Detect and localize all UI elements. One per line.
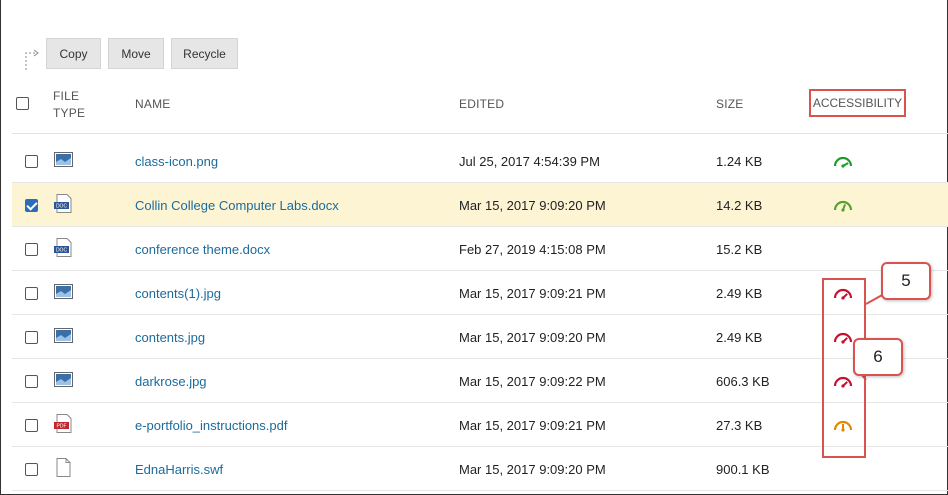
file-edited-date: Mar 15, 2017 9:09:21 PM: [459, 286, 606, 301]
file-size: 27.3 KB: [716, 418, 763, 433]
file-size: 15.2 KB: [716, 242, 763, 257]
selected-items-arrow-icon: [25, 49, 39, 70]
image-file-icon: [54, 282, 73, 301]
file-edited-date: Jul 25, 2017 4:54:39 PM: [459, 154, 600, 169]
table-header: FILE TYPE NAME EDITED SIZE: [12, 86, 948, 134]
row-checkbox[interactable]: [25, 375, 38, 388]
file-name-link[interactable]: class-icon.png: [135, 154, 218, 169]
accessibility-score-gauge-icon[interactable]: [833, 154, 853, 168]
table-row[interactable]: contents(1).jpg Mar 15, 2017 9:09:21 PM 2.…: [12, 271, 948, 315]
doc-file-icon: DOC: [54, 194, 73, 213]
file-size: 900.1 KB: [716, 462, 770, 477]
image-file-icon: [54, 370, 73, 389]
file-name-link[interactable]: contents.jpg: [135, 330, 205, 345]
row-checkbox[interactable]: [25, 463, 38, 476]
callout-6: 6: [853, 338, 903, 376]
file-name-link[interactable]: Collin College Computer Labs.docx: [135, 198, 339, 213]
file-name-link[interactable]: e-portfolio_instructions.pdf: [135, 418, 287, 433]
file-size: 14.2 KB: [716, 198, 763, 213]
row-checkbox[interactable]: [25, 199, 38, 212]
table-row[interactable]: PDF e-portfolio_instructions.pdf Mar 15, 2…: [12, 403, 948, 447]
file-type-header-line2: TYPE: [53, 106, 86, 120]
table-row[interactable]: class-icon.png Jul 25, 2017 4:54:39 PM 1.2…: [12, 139, 948, 183]
pdf-file-icon: PDF: [54, 414, 73, 433]
image-file-icon: [54, 150, 73, 169]
accessibility-header[interactable]: ACCESSIBILITY: [809, 89, 906, 117]
row-checkbox[interactable]: [25, 243, 38, 256]
row-checkbox[interactable]: [25, 287, 38, 300]
name-header[interactable]: NAME: [135, 97, 170, 111]
accessibility-score-gauge-icon[interactable]: [833, 198, 853, 212]
edited-header[interactable]: EDITED: [459, 97, 504, 111]
file-size: 2.49 KB: [716, 286, 763, 301]
recycle-button[interactable]: Recycle: [171, 38, 238, 69]
file-type-header[interactable]: FILE TYPE: [53, 88, 85, 122]
row-checkbox[interactable]: [25, 419, 38, 432]
move-button[interactable]: Move: [108, 38, 164, 69]
generic-file-icon: [54, 458, 73, 477]
doc-file-icon: DOC: [54, 238, 73, 257]
file-name-link[interactable]: EdnaHarris.swf: [135, 462, 223, 477]
select-all-checkbox[interactable]: [16, 97, 29, 110]
table-row[interactable]: darkrose.jpg Mar 15, 2017 9:09:22 PM 606.3…: [12, 359, 948, 403]
table-row[interactable]: DOC conference theme.docx Feb 27, 2019 4:1…: [12, 227, 948, 271]
file-edited-date: Mar 15, 2017 9:09:22 PM: [459, 374, 606, 389]
file-name-link[interactable]: darkrose.jpg: [135, 374, 207, 389]
svg-text:DOC: DOC: [56, 204, 68, 210]
table-row[interactable]: EdnaHarris.swf Mar 15, 2017 9:09:20 PM 900…: [12, 447, 948, 491]
image-file-icon: [54, 326, 73, 345]
file-size: 2.49 KB: [716, 330, 763, 345]
file-edited-date: Mar 15, 2017 9:09:20 PM: [459, 330, 606, 345]
svg-text:DOC: DOC: [56, 248, 68, 254]
row-checkbox[interactable]: [25, 155, 38, 168]
svg-text:PDF: PDF: [57, 424, 67, 430]
copy-button[interactable]: Copy: [46, 38, 101, 69]
callout-5: 5: [881, 262, 931, 300]
file-type-header-line1: FILE: [53, 89, 80, 103]
size-header[interactable]: SIZE: [716, 97, 743, 111]
file-edited-date: Mar 15, 2017 9:09:21 PM: [459, 418, 606, 433]
file-size: 1.24 KB: [716, 154, 763, 169]
file-size: 606.3 KB: [716, 374, 770, 389]
file-edited-date: Mar 15, 2017 9:09:20 PM: [459, 198, 606, 213]
row-checkbox[interactable]: [25, 331, 38, 344]
file-name-link[interactable]: contents(1).jpg: [135, 286, 221, 301]
file-name-link[interactable]: conference theme.docx: [135, 242, 270, 257]
file-edited-date: Mar 15, 2017 9:09:20 PM: [459, 462, 606, 477]
file-edited-date: Feb 27, 2019 4:15:08 PM: [459, 242, 606, 257]
table-row[interactable]: DOC Collin College Computer Labs.docx Mar …: [12, 183, 948, 227]
table-row[interactable]: contents.jpg Mar 15, 2017 9:09:20 PM 2.49 …: [12, 315, 948, 359]
